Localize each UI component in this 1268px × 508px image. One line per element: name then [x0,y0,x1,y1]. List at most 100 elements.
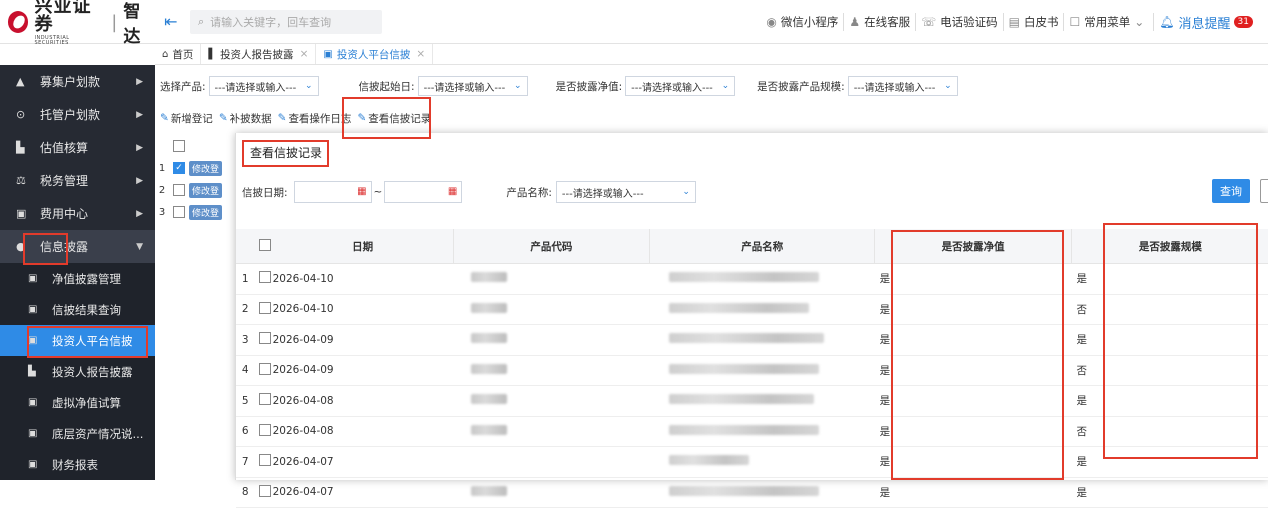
table-row[interactable]: 82026-04-07是是 [236,478,1268,508]
home-icon: ⌂ [162,49,168,60]
end-date-input[interactable]: ▦ [384,181,462,203]
sidebar-item-tax[interactable]: ⚖税务管理▶ [0,164,155,197]
add-record-button[interactable]: ✎新增登记 [160,111,213,126]
filter-label: 选择产品: [160,79,206,94]
doc-icon: ▣ [28,273,42,284]
sidebar-item-custody[interactable]: ⊙托管户划款▶ [0,98,155,131]
tab-investor-report[interactable]: ▌投资人报告披露× [201,44,316,64]
sidebar-item-fundraising[interactable]: ▲募集户划款▶ [0,65,155,98]
toolbar-whitepaper[interactable]: ▤白皮书 [1004,13,1065,31]
date-label: 信披日期: [242,185,288,200]
row-checkbox[interactable] [259,424,271,436]
sidebar-subitem-investor-report[interactable]: ▙投资人报告披露 [0,356,155,387]
sidebar-subitem-nav-disclosure[interactable]: ▣净值披露管理 [0,263,155,294]
bell-icon: 🔔︎ [1159,15,1174,29]
wechat-icon: ◉ [766,15,776,29]
table-header: 日期 产品代码 产品名称 是否披露净值 是否披露规模 [236,229,1268,264]
column-header-date[interactable]: 日期 [273,239,453,254]
column-header-nav[interactable]: 是否披露净值 [874,229,1070,264]
column-header-code[interactable]: 产品代码 [453,229,649,264]
table-row[interactable]: 1✓修改登 [155,157,235,179]
product-select[interactable]: ---请选择或输入---⌄ [209,76,319,96]
sidebar-subitem-financial-reports[interactable]: ▣财务报表 [0,449,155,480]
redacted-code [471,333,507,343]
toolbar-wechat[interactable]: ◉微信小程序 [761,13,844,31]
view-disclosure-records-button[interactable]: ✎查看信披记录 [357,111,431,126]
table-row[interactable]: 22026-04-10是否 [236,295,1268,326]
row-checkbox[interactable] [259,332,271,344]
chart-icon: ▙ [16,141,32,154]
row-checkbox[interactable]: ✓ [173,162,185,174]
sidebar-subitem-investor-platform[interactable]: ▣投资人平台信披 [0,325,155,356]
view-log-button[interactable]: ✎查看操作日志 [278,111,352,126]
sidebar-subitem-virtual-nav[interactable]: ▣虚拟净值试算 [0,387,155,418]
phone-icon: ☏ [921,15,936,29]
edit-icon: ✎ [357,112,366,124]
brand-logo[interactable]: 兴业证券 INDUSTRIAL SECURITIES | 智达 [0,0,155,44]
search-icon: ⌕ [198,15,204,29]
search-input[interactable]: ⌕ 请输入关键字，回车查询 [190,10,382,34]
backfill-button[interactable]: ✎补披数据 [219,111,272,126]
redacted-name [669,272,819,282]
table-row[interactable]: 3修改登 [155,201,235,223]
row-checkbox[interactable] [259,485,271,497]
table-row[interactable]: 52026-04-08是是 [236,386,1268,417]
modal-filter-bar: 信披日期: ▦ ~ ▦ 产品名称: ---请选择或输入---⌄ [236,179,1268,205]
column-header-scale[interactable]: 是否披露规模 [1071,229,1268,264]
tab-investor-platform[interactable]: ▣投资人平台信披× [316,44,433,64]
table-row[interactable]: 42026-04-09是否 [236,356,1268,387]
row-checkbox[interactable] [173,206,185,218]
chevron-right-icon: ▶ [136,110,143,120]
close-icon[interactable]: × [300,48,309,60]
edit-button[interactable]: 修改登 [189,205,222,220]
redacted-name [669,394,814,404]
chevron-down-icon: ⌄ [722,81,730,91]
redacted-name [669,303,809,313]
doc-icon: ▣ [28,335,42,346]
table-row[interactable]: 2修改登 [155,179,235,201]
toolbar-notifications[interactable]: 🔔︎消息提醒31 [1154,13,1258,31]
nav-disclosure-select[interactable]: ---请选择或输入---⌄ [625,76,735,96]
query-button[interactable]: 查询 [1212,179,1250,203]
row-checkbox[interactable] [259,271,271,283]
sidebar-item-valuation[interactable]: ▙估值核算▶ [0,131,155,164]
product-label: 产品名称: [506,185,552,200]
chevron-down-icon: ⌄ [514,81,522,91]
row-checkbox[interactable] [259,302,271,314]
start-date-input[interactable]: ▦ [294,181,372,203]
chevron-down-icon: ⌄ [1134,15,1144,29]
table-row[interactable]: 62026-04-08是否 [236,417,1268,448]
table-row[interactable]: 32026-04-09是是 [236,325,1268,356]
column-header-name[interactable]: 产品名称 [649,229,874,264]
reset-button[interactable] [1260,179,1268,203]
select-all-checkbox[interactable] [259,239,271,251]
search-placeholder: 请输入关键字，回车查询 [210,14,331,30]
row-checkbox[interactable] [173,184,185,196]
start-date-select[interactable]: ---请选择或输入---⌄ [418,76,528,96]
scale-icon: ⚖ [16,174,32,187]
menu-toggle-icon[interactable]: ⇤ [164,12,177,31]
redacted-name [669,486,819,496]
chevron-right-icon: ▶ [136,176,143,186]
toolbar-support[interactable]: ♟在线客服 [844,13,916,31]
redacted-code [471,272,507,282]
row-checkbox[interactable] [259,454,271,466]
toolbar-phone[interactable]: ☏电话验证码 [916,13,1004,31]
close-icon[interactable]: × [416,48,425,60]
table-row[interactable]: 12026-04-10是是 [236,264,1268,295]
row-checkbox[interactable] [259,393,271,405]
toolbar-common-menu[interactable]: ☐常用菜单⌄ [1064,13,1154,31]
sidebar-subitem-result-query[interactable]: ▣信披结果查询 [0,294,155,325]
edit-button[interactable]: 修改登 [189,183,222,198]
select-all-checkbox[interactable] [173,140,185,152]
edit-button[interactable]: 修改登 [189,161,222,176]
doc-icon: ▣ [28,397,42,408]
scale-disclosure-select[interactable]: ---请选择或输入---⌄ [848,76,958,96]
sidebar-item-disclosure[interactable]: ●信息披露▼ [0,230,155,263]
product-name-select[interactable]: ---请选择或输入---⌄ [556,181,696,203]
sidebar-item-fees[interactable]: ▣费用中心▶ [0,197,155,230]
table-row[interactable]: 72026-04-07是是 [236,447,1268,478]
row-checkbox[interactable] [259,363,271,375]
tab-home[interactable]: ⌂首页 [155,44,201,64]
sidebar-subitem-underlying-assets[interactable]: ▣底层资产情况说... [0,418,155,449]
